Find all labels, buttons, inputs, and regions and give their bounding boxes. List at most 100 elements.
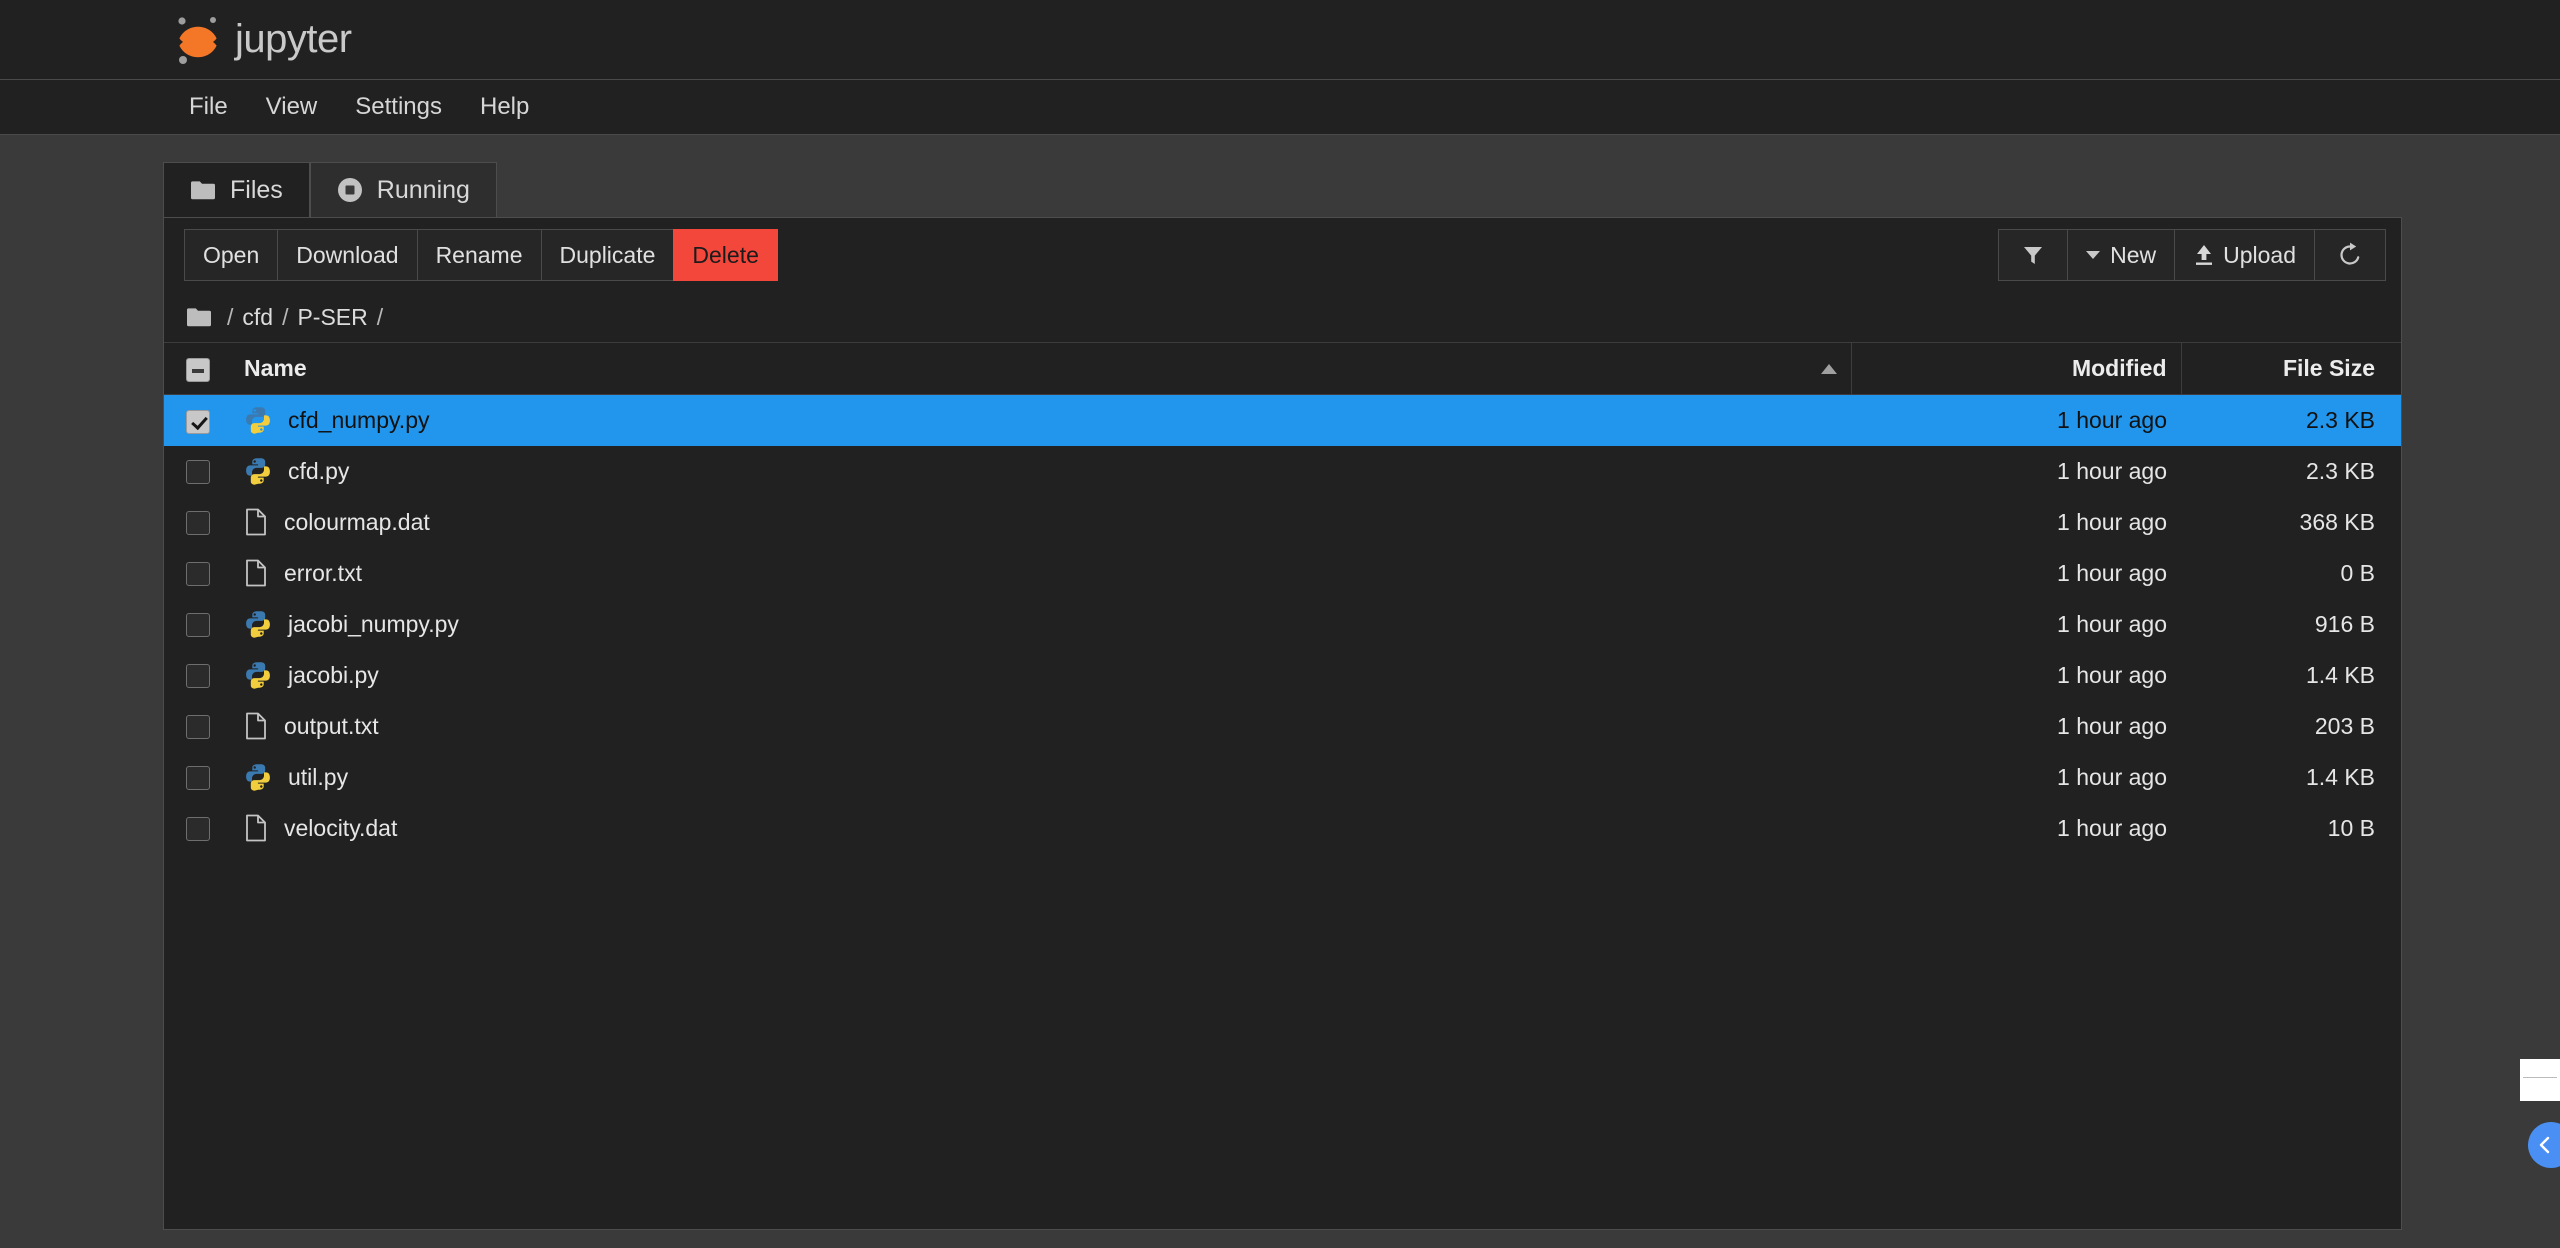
floating-notification-card[interactable]	[2520, 1059, 2560, 1101]
size-column-header[interactable]: File Size	[2180, 342, 2401, 395]
row-size-cell: 0 B	[2340, 559, 2375, 586]
row-checkbox-cell[interactable]	[164, 650, 230, 701]
row-checkbox[interactable]	[186, 409, 210, 434]
row-modified-cell: 1 hour ago	[2057, 610, 2167, 637]
row-checkbox[interactable]	[186, 817, 210, 842]
new-button[interactable]: New	[2067, 229, 2176, 281]
notification-divider	[2523, 1077, 2557, 1078]
refresh-icon	[2340, 242, 2360, 265]
sort-ascending-icon	[1820, 363, 1837, 374]
row-size-cell: 10 B	[2327, 814, 2375, 841]
panel-toggle-button[interactable]	[2528, 1122, 2560, 1168]
row-name-cell[interactable]: velocity.dat	[230, 803, 1851, 854]
table-row[interactable]: output.txt 1 hour ago 203 B	[164, 701, 2401, 752]
jupyter-logo[interactable]: jupyter	[175, 13, 352, 67]
notification-line-2	[2523, 1069, 2557, 1075]
folder-icon[interactable]	[186, 307, 212, 327]
open-button[interactable]: Open	[184, 229, 279, 281]
row-name-cell[interactable]: jacobi_numpy.py	[230, 599, 1851, 650]
table-row[interactable]: velocity.dat 1 hour ago 10 B	[164, 803, 2401, 854]
table-row[interactable]: util.py 1 hour ago 1.4 KB	[164, 752, 2401, 803]
notification-line-3	[2523, 1080, 2557, 1086]
row-checkbox[interactable]	[186, 511, 210, 536]
row-size-cell: 368 KB	[2299, 508, 2375, 535]
row-name-cell[interactable]: error.txt	[230, 548, 1851, 599]
rename-button[interactable]: Rename	[416, 229, 542, 281]
menu-item-help[interactable]: Help	[466, 87, 543, 127]
new-button-label: New	[2110, 241, 2157, 268]
top-logo-bar: jupyter	[0, 0, 2560, 80]
row-checkbox-cell[interactable]	[164, 446, 230, 497]
name-column-header[interactable]: Name	[230, 342, 1851, 395]
row-checkbox-cell[interactable]	[164, 701, 230, 752]
generic-file-icon	[246, 814, 266, 842]
table-row[interactable]: cfd.py 1 hour ago 2.3 KB	[164, 446, 2401, 497]
row-checkbox-cell[interactable]	[164, 548, 230, 599]
tab-files[interactable]: Files	[163, 162, 310, 217]
file-table: Name Modified File Size cfd_numpy.py 1 h…	[164, 342, 2401, 854]
row-size-cell: 916 B	[2314, 610, 2375, 637]
menu-item-file[interactable]: File	[175, 87, 242, 127]
filter-button[interactable]	[1998, 229, 2069, 281]
table-row[interactable]: error.txt 1 hour ago 0 B	[164, 548, 2401, 599]
row-name-cell[interactable]: colourmap.dat	[230, 497, 1851, 548]
row-size-cell: 203 B	[2314, 712, 2375, 739]
refresh-button[interactable]	[2314, 229, 2386, 281]
table-row[interactable]: cfd_numpy.py 1 hour ago 2.3 KB	[164, 394, 2401, 446]
row-name-cell[interactable]: cfd.py	[230, 446, 1851, 497]
row-modified-cell: 1 hour ago	[2057, 406, 2167, 433]
python-file-icon	[246, 764, 270, 791]
stop-circle-icon	[337, 178, 362, 202]
row-name-cell[interactable]: output.txt	[230, 701, 1851, 752]
upload-button[interactable]: Upload	[2174, 229, 2315, 281]
row-name-cell[interactable]: jacobi.py	[230, 650, 1851, 701]
row-name-cell[interactable]: util.py	[230, 752, 1851, 803]
chevron-left-icon	[2539, 1136, 2550, 1154]
generic-file-icon	[246, 559, 266, 587]
row-checkbox-cell[interactable]	[164, 599, 230, 650]
python-file-icon	[246, 407, 270, 435]
breadcrumb-item-p-ser[interactable]: P-SER	[297, 304, 367, 331]
tab-running-label: Running	[376, 175, 470, 204]
tab-running[interactable]: Running	[309, 162, 497, 217]
row-modified-cell: 1 hour ago	[2057, 814, 2167, 841]
menu-bar: File View Settings Help	[0, 80, 2560, 135]
row-checkbox[interactable]	[186, 613, 210, 638]
table-row[interactable]: colourmap.dat 1 hour ago 368 KB	[164, 497, 2401, 548]
file-action-buttons: Open Download Rename Duplicate Delete	[184, 229, 778, 281]
delete-button[interactable]: Delete	[673, 229, 778, 281]
row-checkbox-cell[interactable]	[164, 497, 230, 548]
menu-item-view[interactable]: View	[252, 87, 332, 127]
menu-item-settings[interactable]: Settings	[341, 87, 456, 127]
select-all-header[interactable]	[164, 342, 230, 395]
select-all-checkbox[interactable]	[186, 357, 210, 382]
row-size-cell: 2.3 KB	[2305, 457, 2375, 484]
row-name-label: cfd.py	[288, 457, 350, 484]
row-checkbox[interactable]	[186, 664, 210, 689]
toolbar-right-group: New Upload	[1998, 229, 2386, 281]
row-modified-cell: 1 hour ago	[2057, 712, 2167, 739]
row-checkbox[interactable]	[186, 766, 210, 791]
breadcrumb: / cfd / P-SER /	[164, 292, 2401, 342]
row-name-cell[interactable]: cfd_numpy.py	[230, 395, 1851, 446]
row-modified-cell: 1 hour ago	[2057, 559, 2167, 586]
folder-icon	[191, 181, 215, 200]
row-checkbox-cell[interactable]	[164, 395, 230, 446]
row-checkbox-cell[interactable]	[164, 803, 230, 854]
row-modified-cell: 1 hour ago	[2057, 457, 2167, 484]
row-checkbox[interactable]	[186, 715, 210, 740]
row-checkbox-cell[interactable]	[164, 752, 230, 803]
duplicate-button[interactable]: Duplicate	[540, 229, 675, 281]
row-name-label: output.txt	[284, 712, 379, 739]
file-table-header: Name Modified File Size	[164, 342, 2401, 395]
table-row[interactable]: jacobi_numpy.py 1 hour ago 916 B	[164, 599, 2401, 650]
upload-button-label: Upload	[2223, 241, 2296, 268]
row-checkbox[interactable]	[186, 460, 210, 485]
table-row[interactable]: jacobi.py 1 hour ago 1.4 KB	[164, 650, 2401, 701]
breadcrumb-item-cfd[interactable]: cfd	[242, 304, 273, 331]
download-button[interactable]: Download	[277, 229, 418, 281]
file-toolbar: Open Download Rename Duplicate Delete Ne…	[164, 218, 2401, 292]
modified-column-header[interactable]: Modified	[1850, 342, 2181, 395]
row-size-cell: 1.4 KB	[2305, 661, 2375, 688]
row-checkbox[interactable]	[186, 562, 210, 587]
